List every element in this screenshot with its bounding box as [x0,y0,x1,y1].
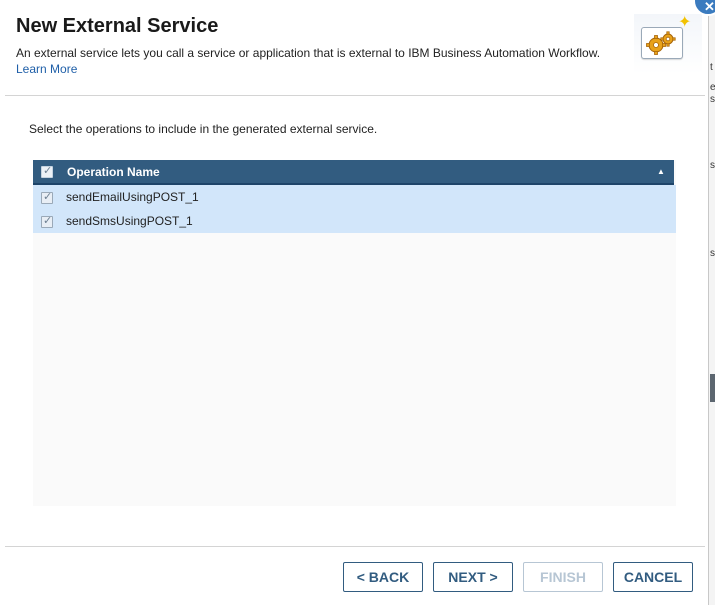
header-illustration: ✦ [634,14,702,74]
learn-more-link[interactable]: Learn More [16,62,77,76]
row-checkbox[interactable]: ✓ [41,215,53,228]
next-button[interactable]: NEXT > [433,562,513,592]
table-row[interactable]: ✓ sendEmailUsingPOST_1 [33,185,676,209]
new-external-service-dialog: New External Service An external service… [0,0,707,605]
operation-name: sendSmsUsingPOST_1 [66,214,193,228]
table-header: ✓ Operation Name ▲ [33,160,674,185]
footer-divider [5,546,705,547]
back-button[interactable]: < BACK [343,562,423,592]
header-divider [5,95,705,96]
finish-button[interactable]: FINISH [523,562,603,592]
background-page: t e s s s [708,0,715,605]
operations-table: ✓ Operation Name ▲ ✓ sendEmailUsingPOST_… [33,160,676,506]
check-icon: ✓ [43,215,53,227]
instruction-text: Select the operations to include in the … [29,122,378,136]
operation-name: sendEmailUsingPOST_1 [66,190,199,204]
dialog-description: An external service lets you call a serv… [16,46,601,60]
check-icon: ✓ [43,165,53,177]
sort-ascending-icon[interactable]: ▲ [657,166,665,177]
check-icon: ✓ [43,191,53,203]
gears-icon [641,27,683,59]
sparkle-icon: ✦ [678,14,692,31]
row-checkbox[interactable]: ✓ [41,191,53,204]
cancel-button[interactable]: CANCEL [613,562,693,592]
table-row[interactable]: ✓ sendSmsUsingPOST_1 [33,209,676,233]
close-icon: ✕ [704,0,715,14]
select-all-checkbox[interactable]: ✓ [41,165,53,178]
dialog-title: New External Service [16,15,219,37]
column-header-operation-name[interactable]: Operation Name [67,165,160,179]
